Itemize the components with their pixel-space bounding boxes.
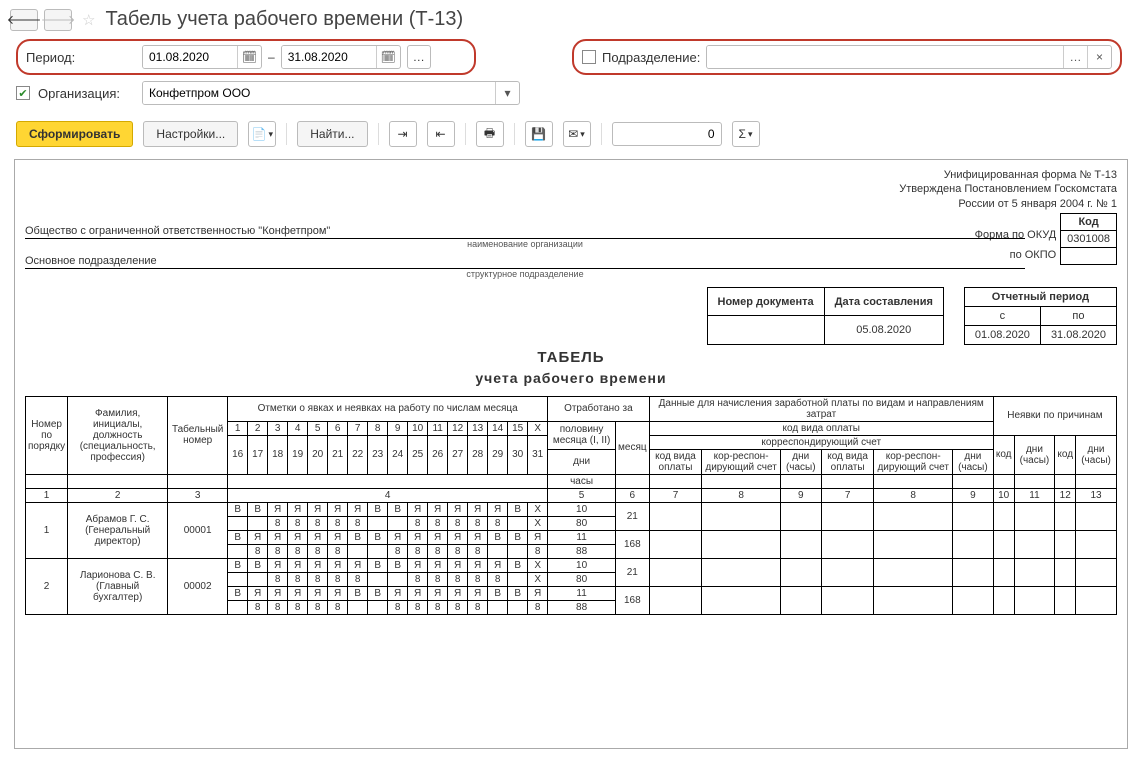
subdivision-clear-button[interactable]: × — [1087, 46, 1111, 68]
dropdown-icon[interactable]: ▾ — [495, 82, 519, 104]
calendar-icon[interactable]: 🗓 — [237, 46, 261, 68]
organization-checkbox[interactable]: ✔ — [16, 86, 30, 100]
expand-button[interactable]: ⇥ — [389, 121, 417, 147]
org-sub: наименование организации — [25, 239, 1025, 249]
form-line1: Унифицированная форма № Т-13 — [25, 168, 1117, 182]
range-dash: – — [268, 50, 275, 64]
codes-table: Код 0301008 — [1060, 213, 1117, 265]
settings-button[interactable]: Настройки... — [143, 121, 238, 147]
subdivision-more-button[interactable]: … — [1063, 46, 1087, 68]
email-button[interactable]: ✉ — [563, 121, 591, 147]
timesheet-table: Номер по порядкуФамилия, инициалы, должн… — [25, 396, 1117, 615]
period-more-button[interactable]: … — [407, 45, 431, 69]
print-button[interactable]: 🖶 — [476, 121, 504, 147]
settings-extra-button[interactable]: 📄 — [248, 121, 276, 147]
report-period-table: Отчетный период спо 01.08.202031.08.2020 — [964, 287, 1117, 345]
favorite-icon[interactable]: ☆ — [82, 11, 95, 29]
sigma-button[interactable]: Σ — [732, 121, 760, 147]
generate-button[interactable]: Сформировать — [16, 121, 133, 147]
tabel-title1: ТАБЕЛЬ — [25, 349, 1117, 366]
calendar-icon[interactable]: 🗓 — [376, 46, 400, 68]
date-from-input[interactable] — [143, 46, 237, 68]
dept-sub: структурное подразделение — [25, 269, 1025, 279]
number-input[interactable] — [612, 122, 722, 146]
subdivision-checkbox[interactable] — [582, 50, 596, 64]
report-area: Унифицированная форма № Т-13 Утверждена … — [14, 159, 1128, 749]
subdivision-input[interactable] — [707, 46, 1063, 68]
organization-label: Организация: — [38, 86, 134, 101]
doc-number-table: Номер документаДата составления 05.08.20… — [707, 287, 944, 345]
page-title: Табель учета рабочего времени (Т-13) — [105, 8, 463, 31]
period-label: Период: — [26, 50, 136, 65]
tabel-title2: учета рабочего времени — [25, 370, 1117, 386]
date-to-input[interactable] — [282, 46, 376, 68]
collapse-button[interactable]: ⇤ — [427, 121, 455, 147]
organization-input[interactable] — [143, 82, 495, 104]
nav-forward-button: 🡒 — [44, 9, 72, 31]
org-name: Общество с ограниченной ответственностью… — [25, 225, 1025, 239]
find-button[interactable]: Найти... — [297, 121, 367, 147]
dept-name: Основное подразделение — [25, 255, 1025, 269]
save-button[interactable]: 💾 — [525, 121, 553, 147]
subdivision-label: Подразделение: — [602, 50, 700, 65]
nav-back-button[interactable]: 🡐 — [10, 9, 38, 31]
form-line2: Утверждена Постановлением Госкомстата — [25, 182, 1117, 196]
form-line3: России от 5 января 2004 г. № 1 — [25, 197, 1117, 211]
